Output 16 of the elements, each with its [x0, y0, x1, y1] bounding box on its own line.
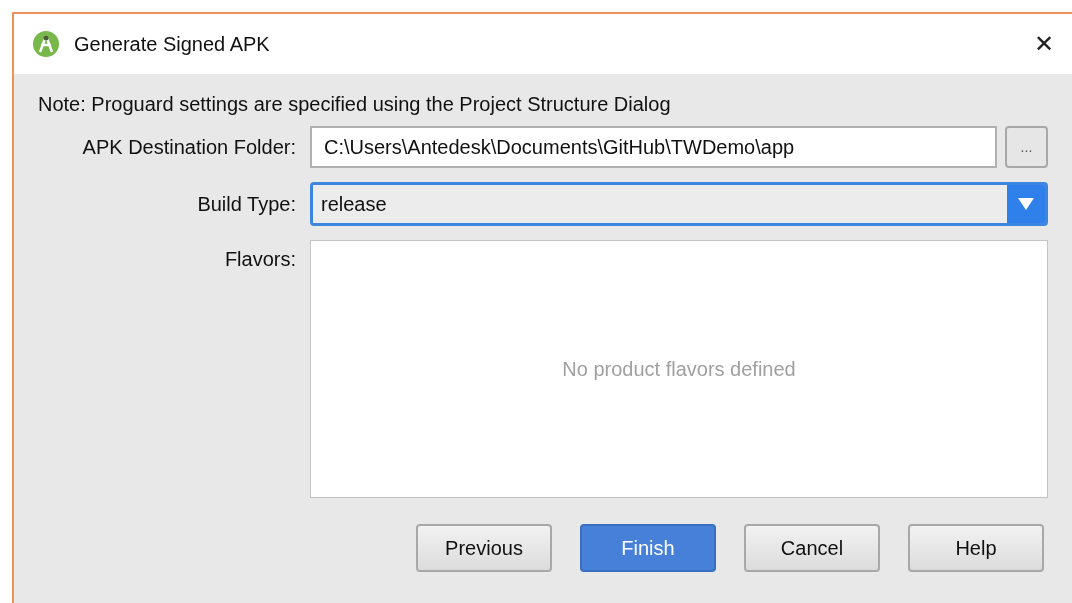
android-studio-icon	[32, 30, 60, 58]
dialog-button[interactable]: Previous	[416, 524, 552, 572]
browse-button[interactable]: ...	[1004, 126, 1048, 168]
folder-path-field[interactable]: C:\Users\Antedesk\Documents\GitHub\TWDemo\app	[310, 126, 997, 168]
build-type-dropdown[interactable]: release	[310, 182, 1048, 226]
empty-list-text: No product flavors defined	[562, 357, 796, 382]
close-button[interactable]: ✕	[1026, 32, 1062, 56]
field-label: Flavors:	[223, 247, 296, 272]
dialog-button[interactable]: Cancel	[744, 524, 880, 572]
dialog-button[interactable]: Finish	[580, 524, 716, 572]
dropdown-arrow-icon	[1018, 198, 1034, 210]
field-label: APK Destination Folder:	[81, 135, 296, 160]
note-text: Note: Proguard settings are specified using the Project Structure Dialog	[38, 92, 672, 117]
dialog-button[interactable]: Help	[908, 524, 1044, 572]
window-title: Generate Signed APK	[74, 32, 270, 57]
field-label: Build Type:	[196, 192, 296, 217]
